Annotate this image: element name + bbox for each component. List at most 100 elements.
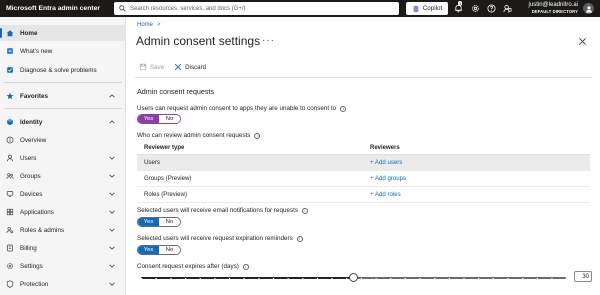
sidebar-item-home[interactable]: Home (0, 25, 126, 41)
copilot-label: Copilot (422, 5, 443, 12)
slider-tick (463, 278, 465, 279)
info-icon[interactable]: i (340, 105, 347, 112)
slider-thumb[interactable] (349, 273, 358, 282)
notifications-button[interactable]: 1 (454, 1, 463, 13)
chevron-down-icon[interactable] (108, 262, 116, 270)
sidebar-item-users[interactable]: Users (0, 150, 126, 166)
toggle-yes[interactable]: Yes (138, 246, 159, 254)
chevron-up-icon[interactable] (108, 92, 116, 100)
info-icon[interactable]: i (242, 263, 249, 270)
reviewer-type-cell: Roles (Preview) (144, 191, 188, 198)
sidebar-item-label: Applications (20, 208, 54, 216)
info-icon[interactable]: i (302, 207, 308, 214)
sidebar-item-roles[interactable]: Roles & admins (0, 222, 126, 238)
info-icon[interactable]: i (296, 235, 303, 242)
toggle-no[interactable]: No (159, 218, 180, 226)
account-manager[interactable]: justin@leadnitro.ai DEFAULT DIRECTORY (529, 2, 578, 14)
help-button[interactable] (487, 4, 496, 13)
sidebar-item-settings[interactable]: Settings (0, 258, 126, 274)
search-icon (119, 5, 126, 12)
slider-tick (346, 278, 348, 279)
sidebar-item-billing[interactable]: Billing (0, 240, 126, 256)
chevron-down-icon[interactable] (108, 208, 116, 216)
settings-icon (5, 262, 14, 271)
sidebar-item-label: Groups (20, 172, 41, 180)
command-bar: Save Discard (139, 63, 206, 71)
slider-tick (404, 278, 406, 279)
expiration-slider[interactable] (141, 273, 566, 282)
save-button[interactable]: Save (139, 63, 164, 71)
sidebar-item-label: Overview (20, 136, 47, 144)
column-header-reviewer-type: Reviewer type (144, 144, 185, 151)
sidebar-divider (4, 108, 122, 109)
avatar[interactable] (583, 3, 594, 14)
toggle-no[interactable]: No (159, 115, 180, 123)
breadcrumb-home[interactable]: Home (137, 22, 153, 28)
diagnose-icon (5, 66, 14, 75)
sidebar-item-overview[interactable]: Overview (0, 132, 126, 148)
info-icon[interactable]: i (254, 132, 261, 139)
toggle-no[interactable]: No (159, 246, 180, 254)
chevron-down-icon[interactable] (108, 190, 116, 198)
slider-tick (170, 278, 172, 279)
table-row[interactable]: Groups (Preview) + Add groups (137, 171, 590, 187)
sidebar-divider (4, 82, 122, 83)
slider-tick (272, 278, 275, 279)
table-header: Reviewer type Reviewers (137, 141, 590, 155)
toggle-yes[interactable]: Yes (138, 115, 159, 123)
sidebar-item-label: Favorites (20, 92, 48, 100)
sidebar-item-favorites[interactable]: Favorites (0, 88, 126, 104)
sidebar-item-identity[interactable]: Identity (0, 114, 126, 130)
identity-icon (5, 118, 14, 127)
request-consent-toggle[interactable]: Yes No (137, 114, 181, 124)
sidebar-item-applications[interactable]: Applications (0, 204, 126, 220)
sidebar-item-groups[interactable]: Groups (0, 168, 126, 184)
sidebar-item-label: Devices (20, 190, 43, 198)
expires-days-input[interactable]: 30 (574, 271, 592, 282)
user-avatar-icon (585, 5, 592, 13)
slider-tick (478, 278, 480, 279)
feedback-button[interactable] (503, 4, 512, 13)
info-circle-icon (5, 136, 14, 145)
slider-tick (536, 278, 538, 279)
discard-button[interactable]: Discard (174, 63, 206, 71)
chevron-down-icon[interactable] (108, 244, 116, 252)
table-row[interactable]: Roles (Preview) + Add roles (137, 187, 590, 203)
sidebar-item-devices[interactable]: Devices (0, 186, 126, 202)
toggle-yes[interactable]: Yes (138, 218, 159, 226)
expiration-reminders-toggle[interactable]: Yes No (137, 245, 181, 255)
slider-tick (434, 278, 436, 279)
chevron-down-icon[interactable] (108, 154, 116, 162)
breadcrumb: Home > (137, 22, 161, 28)
table-row[interactable]: Users + Add users (137, 155, 590, 171)
search-input[interactable]: Search resources, services, and docs (G+… (114, 2, 399, 15)
sidebar-item-diagnose[interactable]: Diagnose & solve problems (0, 62, 126, 78)
slider-tick (522, 278, 524, 279)
chevron-down-icon[interactable] (108, 226, 116, 234)
save-icon (139, 63, 147, 71)
email-notifications-toggle[interactable]: Yes No (137, 217, 181, 227)
chevron-up-icon[interactable] (108, 118, 116, 126)
slider-tick (507, 278, 509, 279)
add-groups-link[interactable]: + Add groups (370, 175, 590, 182)
expiration-reminders-label: Selected users will receive request expi… (137, 235, 303, 242)
main-content: Home > Admin consent settings ··· Save D… (127, 17, 600, 295)
user-email: justin@leadnitro.ai (528, 2, 578, 8)
slider-tick (184, 278, 187, 279)
settings-button[interactable] (471, 4, 480, 13)
page-title: Admin consent settings (136, 34, 261, 48)
sidebar-item-label: Protection (20, 280, 49, 288)
add-users-link[interactable]: + Add users (370, 159, 590, 166)
sidebar-item-whats-new[interactable]: What's new (0, 43, 126, 59)
app-title[interactable]: Microsoft Entra admin center (0, 5, 110, 12)
copilot-button[interactable]: Copilot (406, 2, 448, 15)
chevron-down-icon[interactable] (108, 172, 116, 180)
chevron-down-icon[interactable] (108, 280, 116, 288)
slider-tick (316, 278, 319, 279)
devices-icon (5, 190, 14, 199)
slider-tick (390, 278, 392, 279)
close-icon[interactable] (578, 37, 587, 46)
sidebar-item-protection[interactable]: Protection (0, 276, 126, 292)
add-roles-link[interactable]: + Add roles (370, 191, 590, 198)
more-options-icon[interactable]: ··· (262, 35, 275, 46)
